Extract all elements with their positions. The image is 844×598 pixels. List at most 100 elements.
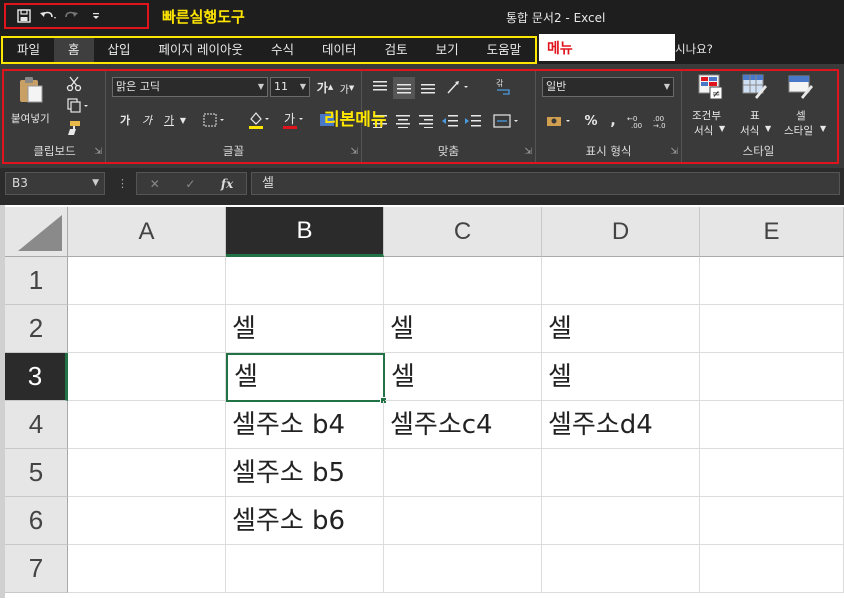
increase-font-icon[interactable]: 가 ▲ (316, 77, 334, 97)
cell-c1[interactable] (384, 257, 542, 305)
font-color-icon[interactable]: 가 (280, 109, 306, 131)
insert-function-icon[interactable]: fx (221, 177, 233, 191)
font-size-select[interactable]: 11 ▼ (270, 77, 310, 97)
customize-icon[interactable] (86, 7, 106, 25)
redo-icon[interactable] (62, 7, 82, 25)
decrease-decimal-icon[interactable]: .00 →.0 (650, 111, 672, 131)
percent-icon[interactable]: % (582, 111, 600, 131)
tell-me-search[interactable]: 시나요? (675, 41, 713, 57)
cell-d7[interactable] (542, 545, 700, 593)
tab-help[interactable]: 도움말 (473, 38, 536, 62)
format-as-table-label-2[interactable]: 서식 (740, 123, 759, 138)
cell-a1[interactable] (68, 257, 226, 305)
cell-e6[interactable] (700, 497, 844, 545)
cell-a7[interactable] (68, 545, 226, 593)
formula-input[interactable]: 셀 (251, 172, 840, 195)
wrap-text-icon[interactable]: 갂 (492, 75, 516, 99)
bold-button[interactable]: 가 (118, 111, 132, 129)
number-format-select[interactable]: 일반 ▼ (542, 77, 674, 97)
cell-b3-selected[interactable]: 셀 (226, 353, 387, 404)
tab-formulas[interactable]: 수식 (257, 38, 308, 62)
conditional-formatting-label-1[interactable]: 조건부 (692, 108, 721, 123)
row-header-5[interactable]: 5 (5, 449, 68, 497)
cell-styles-label-1[interactable]: 셀 (796, 108, 806, 123)
column-header-c[interactable]: C (384, 207, 542, 257)
tab-review[interactable]: 검토 (371, 38, 422, 62)
clipboard-launcher-icon[interactable]: ⇲ (94, 147, 102, 157)
tab-view[interactable]: 보기 (422, 38, 473, 62)
decrease-indent-icon[interactable] (440, 111, 460, 131)
column-header-b[interactable]: B (226, 207, 384, 257)
cell-e7[interactable] (700, 545, 844, 593)
row-header-7[interactable]: 7 (5, 545, 68, 593)
align-top-icon[interactable] (370, 77, 390, 97)
cell-d4[interactable]: 셀주소d4 (542, 401, 700, 449)
increase-decimal-icon[interactable]: ←0.00 (626, 111, 648, 131)
row-header-4[interactable]: 4 (5, 401, 68, 449)
cell-c6[interactable] (384, 497, 542, 545)
format-as-table-label-1[interactable]: 표 (750, 108, 760, 123)
cell-d3[interactable]: 셀 (542, 353, 700, 401)
cell-a6[interactable] (68, 497, 226, 545)
enter-icon[interactable]: ✓ (185, 177, 195, 191)
cell-d1[interactable] (542, 257, 700, 305)
cut-icon[interactable] (64, 75, 84, 93)
cell-b6[interactable]: 셀주소 b6 (226, 497, 384, 545)
row-header-6[interactable]: 6 (5, 497, 68, 545)
column-header-d[interactable]: D (542, 207, 700, 257)
decrease-font-icon[interactable]: 가 ▼ (338, 79, 356, 97)
fill-color-icon[interactable] (246, 109, 272, 131)
conditional-formatting-label-2[interactable]: 서식 (694, 123, 713, 138)
font-name-select[interactable]: 맑은 고딕 ▼ (112, 77, 268, 97)
paste-label[interactable]: 붙여넣기 (11, 111, 50, 126)
orientation-icon[interactable] (444, 77, 474, 97)
accounting-format-icon[interactable] (544, 111, 576, 131)
row-header-2[interactable]: 2 (5, 305, 68, 353)
tab-insert[interactable]: 삽입 (94, 38, 145, 62)
align-center-icon[interactable] (393, 111, 413, 131)
cell-a4[interactable] (68, 401, 226, 449)
cell-a5[interactable] (68, 449, 226, 497)
cell-b1[interactable] (226, 257, 384, 305)
font-launcher-icon[interactable]: ⇲ (350, 147, 358, 157)
tab-page-layout[interactable]: 페이지 레이아웃 (145, 38, 257, 62)
format-painter-icon[interactable] (64, 119, 84, 137)
cell-d2[interactable]: 셀 (542, 305, 700, 353)
merge-center-icon[interactable] (492, 111, 524, 131)
name-box[interactable]: B3 ▼ (5, 172, 105, 195)
column-header-a[interactable]: A (68, 207, 226, 257)
save-icon[interactable] (14, 7, 34, 25)
alignment-launcher-icon[interactable]: ⇲ (524, 147, 532, 157)
format-as-table-icon[interactable] (740, 73, 770, 101)
more-icon[interactable]: ⋮ (117, 177, 128, 190)
align-right-icon[interactable] (416, 111, 436, 131)
cell-a3[interactable] (68, 353, 226, 401)
copy-icon[interactable] (64, 97, 92, 115)
conditional-formatting-icon[interactable]: ≠ (696, 73, 726, 101)
number-launcher-icon[interactable]: ⇲ (670, 147, 678, 157)
undo-icon[interactable] (38, 7, 58, 25)
tab-home[interactable]: 홈 (54, 38, 94, 62)
tab-data[interactable]: 데이터 (308, 38, 371, 62)
comma-icon[interactable]: , (606, 111, 620, 131)
cell-b2[interactable]: 셀 (226, 305, 384, 353)
column-header-e[interactable]: E (700, 207, 844, 257)
align-middle-icon[interactable] (393, 77, 415, 99)
cell-b5[interactable]: 셀주소 b5 (226, 449, 384, 497)
cell-e3[interactable] (700, 353, 844, 401)
increase-indent-icon[interactable] (463, 111, 483, 131)
select-all-button[interactable] (5, 207, 68, 257)
cell-b7[interactable] (226, 545, 384, 593)
cell-e2[interactable] (700, 305, 844, 353)
cell-e4[interactable] (700, 401, 844, 449)
paste-icon[interactable] (14, 75, 48, 105)
row-header-3[interactable]: 3 (5, 353, 68, 401)
align-bottom-icon[interactable] (418, 77, 438, 97)
cell-b4[interactable]: 셀주소 b4 (226, 401, 384, 449)
cell-styles-icon[interactable] (786, 73, 816, 101)
row-header-1[interactable]: 1 (5, 257, 68, 305)
cell-e5[interactable] (700, 449, 844, 497)
cell-d5[interactable] (542, 449, 700, 497)
cell-c2[interactable]: 셀 (384, 305, 542, 353)
cell-d6[interactable] (542, 497, 700, 545)
